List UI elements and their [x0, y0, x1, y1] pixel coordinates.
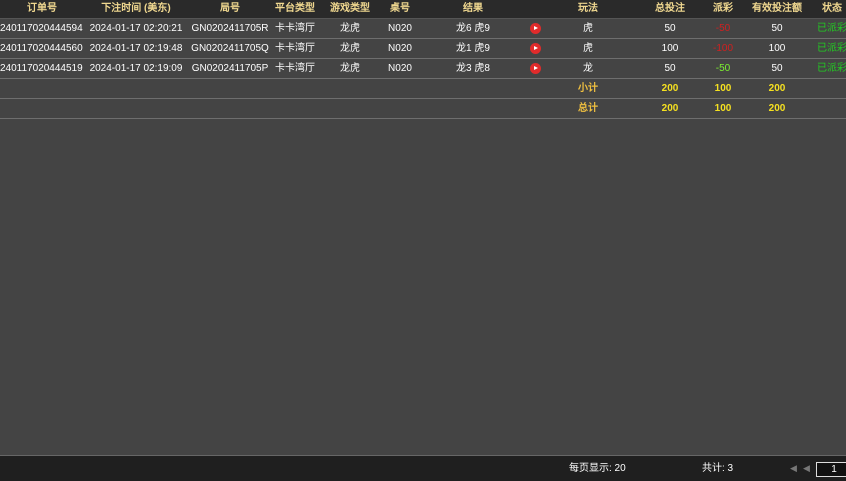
col-table-no: 桌号: [390, 3, 410, 14]
result: 龙6 虎9: [456, 23, 490, 34]
valid-bet: 50: [771, 23, 783, 34]
payout: -100: [712, 43, 733, 54]
bet-time: 2024-01-17 02:19:09: [89, 63, 183, 74]
platform-type: 卡卡湾厅: [275, 43, 315, 54]
prev-page-icon[interactable]: ◀: [803, 456, 810, 481]
col-play-type: 玩法: [578, 3, 598, 14]
replay-button[interactable]: [527, 39, 543, 58]
game-type: 龙虎: [340, 63, 360, 74]
grand-total-row: 总计 200 100 200: [0, 99, 846, 119]
col-bet-time: 下注时间 (美东): [101, 3, 171, 14]
platform-type: 卡卡湾厅: [275, 63, 315, 74]
play-type: 虎: [583, 43, 593, 54]
valid-bet: 50: [771, 63, 783, 74]
result: 龙1 虎9: [456, 43, 490, 54]
table-header: 订单号 下注时间 (美东) 局号 平台类型 游戏类型 桌号 结果 玩法 总投注 …: [0, 0, 846, 19]
col-platform-type: 平台类型: [275, 3, 315, 14]
play-icon: [529, 42, 541, 54]
round-no: GN0202411705P: [191, 63, 269, 74]
table-no: N020: [388, 63, 412, 74]
replay-button[interactable]: [527, 19, 543, 38]
col-order-no: 订单号: [27, 3, 57, 14]
platform-type: 卡卡湾厅: [275, 23, 315, 34]
status-badge: 已派彩: [817, 63, 846, 74]
bet-time: 2024-01-17 02:19:48: [89, 43, 183, 54]
total-count: 共计: 3: [702, 463, 734, 474]
col-total-bet: 总投注: [655, 3, 685, 14]
subtotal-total-bet: 200: [661, 83, 679, 94]
round-no: GN0202411705Q: [191, 43, 269, 54]
col-game-type: 游戏类型: [330, 3, 370, 14]
grand-total-payout: 100: [714, 103, 732, 114]
bet-time: 2024-01-17 02:20:21: [89, 23, 183, 34]
table-no: N020: [388, 23, 412, 34]
first-page-icon[interactable]: ◀: [790, 456, 797, 481]
page-number-input[interactable]: [816, 462, 846, 477]
table-row: 240117020444560 2024-01-17 02:19:48 GN02…: [0, 39, 846, 59]
payout: -50: [715, 23, 731, 34]
bet-records-table: 订单号 下注时间 (美东) 局号 平台类型 游戏类型 桌号 结果 玩法 总投注 …: [0, 0, 846, 119]
grand-total-total-bet: 200: [661, 103, 679, 114]
total-bet: 50: [664, 63, 676, 74]
result: 龙3 虎8: [456, 63, 490, 74]
valid-bet: 100: [768, 43, 786, 54]
col-result: 结果: [463, 3, 483, 14]
table-row: 240117020444594 2024-01-17 02:20:21 GN02…: [0, 19, 846, 39]
subtotal-valid-bet: 200: [768, 83, 786, 94]
pagination-bar: 每页显示: 20 共计: 3 ◀ ◀: [0, 455, 846, 481]
replay-button[interactable]: [527, 59, 543, 78]
status-badge: 已派彩: [817, 23, 846, 34]
total-bet: 100: [661, 43, 679, 54]
col-round-no: 局号: [220, 3, 240, 14]
order-no: 240117020444560: [0, 43, 83, 54]
order-no: 240117020444519: [0, 63, 83, 74]
col-status: 状态: [822, 3, 842, 14]
play-type: 龙: [583, 63, 593, 74]
table-no: N020: [388, 43, 412, 54]
subtotal-row: 小计 200 100 200: [0, 79, 846, 99]
play-icon: [529, 62, 541, 74]
game-type: 龙虎: [340, 23, 360, 34]
subtotal-label: 小计: [578, 83, 598, 94]
grand-total-valid-bet: 200: [768, 103, 786, 114]
order-no: 240117020444594: [0, 23, 83, 34]
status-badge: 已派彩: [817, 43, 846, 54]
play-type: 虎: [583, 23, 593, 34]
game-type: 龙虎: [340, 43, 360, 54]
round-no: GN0202411705R: [191, 23, 269, 34]
grand-total-label: 总计: [578, 103, 598, 114]
payout: -50: [715, 63, 731, 74]
col-valid-bet: 有效投注额: [752, 3, 802, 14]
per-page-label: 每页显示: 20: [569, 463, 626, 474]
play-icon: [529, 22, 541, 34]
table-row: 240117020444519 2024-01-17 02:19:09 GN02…: [0, 59, 846, 79]
total-bet: 50: [664, 23, 676, 34]
subtotal-payout: 100: [714, 83, 732, 94]
col-payout: 派彩: [713, 3, 733, 14]
